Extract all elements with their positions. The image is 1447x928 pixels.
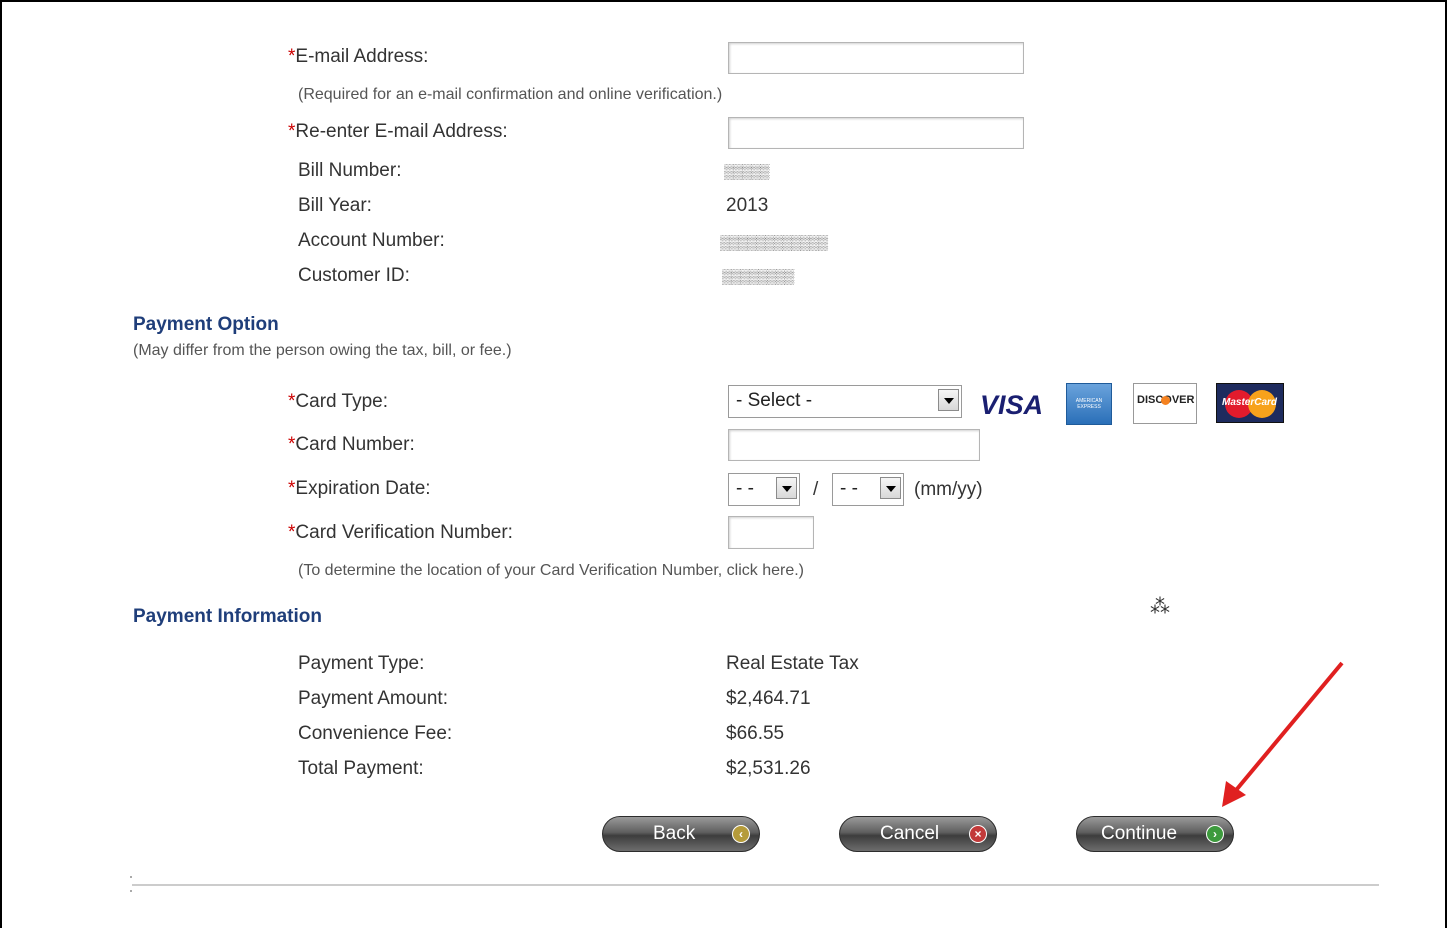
reenter-email-field[interactable]: [728, 117, 1024, 149]
account-number-label: Account Number:: [298, 230, 445, 251]
busy-cursor-icon: ⁂: [1150, 596, 1170, 618]
exp-year-select[interactable]: - -: [832, 473, 904, 506]
discover-dot: [1161, 396, 1170, 405]
bill-year-value: 2013: [726, 195, 769, 216]
continue-button-label: Continue: [1101, 823, 1178, 844]
card-number-label: *Card Number:: [288, 434, 415, 455]
discover-logo: DISCOVER: [1133, 383, 1197, 424]
expiration-label: *Expiration Date:: [288, 478, 431, 499]
close-x-icon: ×: [969, 825, 987, 843]
cancel-button-label: Cancel: [880, 823, 940, 844]
cvn-help-link[interactable]: (To determine the location of your Card …: [298, 562, 804, 580]
total-payment-label: Total Payment:: [298, 758, 424, 779]
mastercard-logo: MasterCard: [1216, 383, 1284, 423]
cvn-label: *Card Verification Number:: [288, 522, 513, 543]
amex-logo: AMERICAN EXPRESS: [1066, 383, 1112, 425]
annotation-arrow: [1222, 661, 1344, 807]
customer-id-label: Customer ID:: [298, 265, 410, 286]
chevron-down-icon[interactable]: [776, 477, 797, 499]
card-type-selected: - Select -: [736, 390, 813, 411]
card-number-field[interactable]: [728, 429, 980, 461]
continue-button[interactable]: Continue ›: [1076, 816, 1234, 852]
customer-id-value: ▒▒▒▒▒▒▒▒: [722, 268, 794, 284]
card-type-label: *Card Type:: [288, 391, 388, 412]
convenience-fee-label: Convenience Fee:: [298, 723, 453, 744]
cancel-button[interactable]: Cancel ×: [839, 816, 997, 852]
payment-option-heading: Payment Option: [133, 314, 279, 335]
visa-logo: VISA: [980, 390, 1044, 420]
back-button[interactable]: Back ‹: [602, 816, 760, 852]
cvn-field[interactable]: [728, 516, 814, 549]
payment-type-value: Real Estate Tax: [726, 653, 859, 674]
payment-amount-label: Payment Amount:: [298, 688, 448, 709]
bill-number-value: ▒▒▒▒▒: [724, 163, 770, 179]
exp-separator: /: [813, 479, 819, 500]
reenter-email-label: *Re-enter E-mail Address:: [288, 121, 508, 142]
email-label: *E-mail Address:: [288, 46, 429, 67]
card-type-select[interactable]: - Select -: [728, 385, 962, 418]
chevron-down-icon[interactable]: [938, 389, 959, 411]
exp-month-value: - -: [736, 478, 754, 499]
payment-information-heading: Payment Information: [133, 606, 322, 627]
back-arrow-icon: ‹: [732, 825, 750, 843]
payment-type-label: Payment Type:: [298, 653, 425, 674]
forward-arrow-icon: ›: [1206, 825, 1224, 843]
exp-year-value: - -: [840, 478, 858, 499]
payment-option-subtitle: (May differ from the person owing the ta…: [133, 342, 512, 359]
chevron-down-icon[interactable]: [880, 477, 901, 499]
divider-dot: [130, 876, 132, 878]
bill-year-label: Bill Year:: [298, 195, 372, 216]
bill-number-label: Bill Number:: [298, 160, 402, 181]
convenience-fee-value: $66.55: [726, 723, 785, 744]
email-note: (Required for an e-mail confirmation and…: [298, 86, 723, 103]
email-field[interactable]: [728, 42, 1024, 74]
total-payment-value: $2,531.26: [726, 758, 811, 779]
payment-amount-value: $2,464.71: [726, 688, 811, 709]
account-number-value: ▒▒▒▒▒▒▒▒▒▒▒▒: [720, 234, 828, 250]
exp-month-select[interactable]: - -: [728, 473, 800, 506]
divider-dot: [130, 890, 132, 892]
back-button-label: Back: [653, 823, 696, 844]
footer-divider: [132, 884, 1379, 886]
exp-format-hint: (mm/yy): [914, 479, 983, 500]
